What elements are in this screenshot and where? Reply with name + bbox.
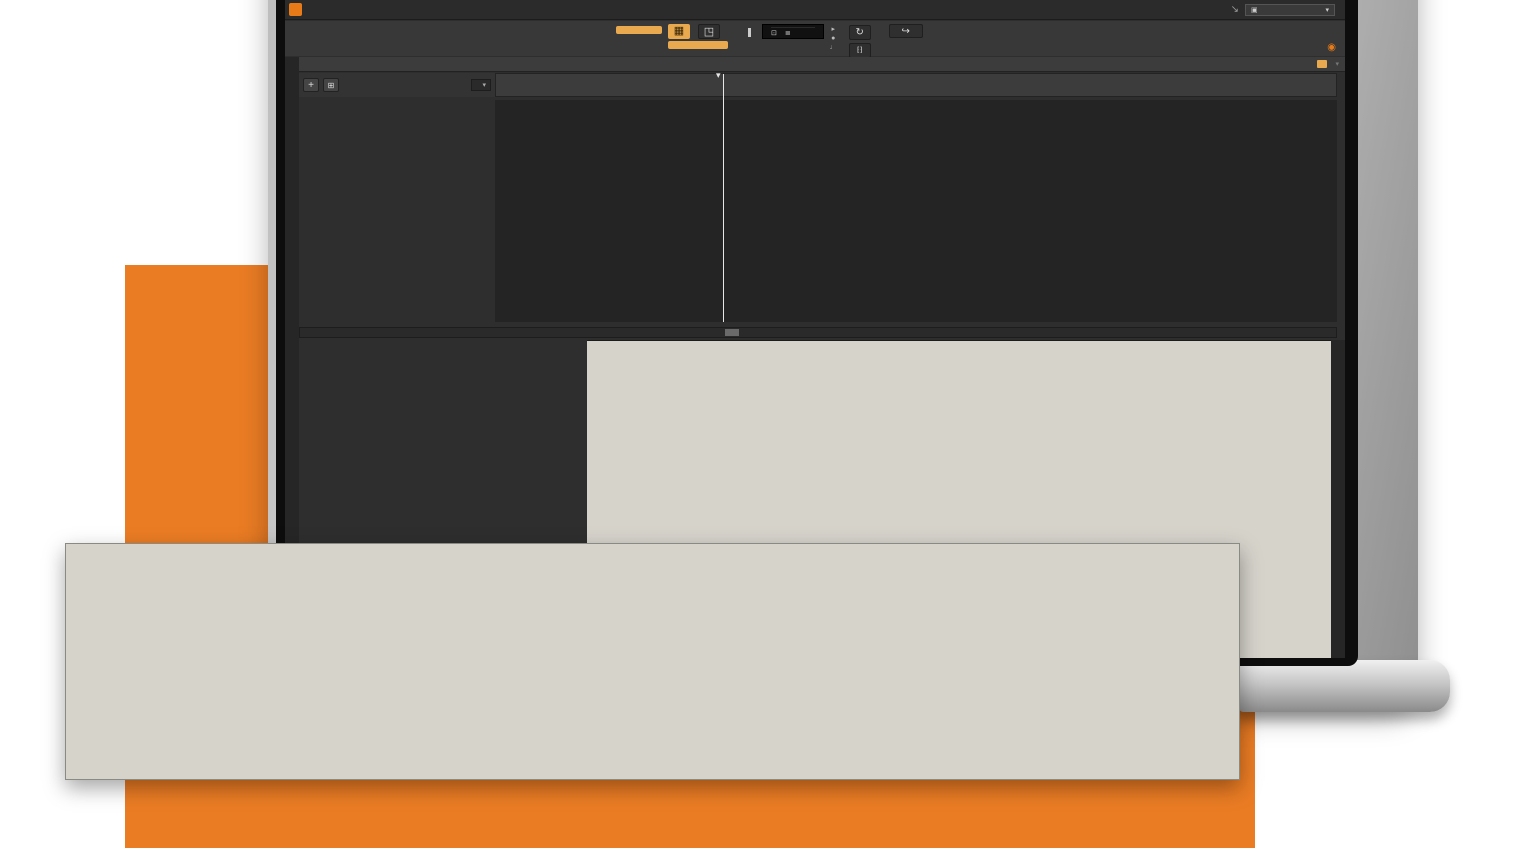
metronome-icon[interactable]: ♩	[830, 44, 837, 51]
marks-button[interactable]: ◳	[698, 24, 720, 39]
marks-icon: ◳	[698, 24, 720, 39]
punch-button[interactable]: ⁅⁆	[849, 43, 871, 58]
export-button[interactable]: ↪	[889, 24, 923, 38]
dock-undock-icon[interactable]: ↘	[1231, 4, 1239, 15]
sonar-menubar: ↘ ▣ ▾	[285, 0, 1345, 20]
chevron-down-icon: ▾	[1325, 6, 1329, 14]
meter-icon[interactable]: ≣	[785, 29, 791, 37]
workspace-select[interactable]: ▾	[471, 79, 491, 91]
snap-resolution-chip[interactable]	[668, 41, 728, 49]
loop-button[interactable]: ↻	[849, 25, 871, 40]
stage: ↘ ▣ ▾ ▦	[0, 0, 1540, 850]
snap-button[interactable]: ▦	[668, 24, 690, 39]
horizontal-scrollbar[interactable]	[299, 327, 1337, 338]
sonar-toolbar: ▦ ◳ ⊡ ≣	[285, 21, 1345, 56]
add-track-button[interactable]: +	[303, 78, 319, 92]
lens-preset-select[interactable]: ▣ ▾	[1245, 4, 1335, 16]
snap-grid-icon: ▦	[668, 24, 690, 39]
chevron-down-icon: ▾	[482, 81, 486, 89]
playhead-line[interactable]	[723, 74, 724, 322]
track-pane-header: + ⊞ ▾	[299, 73, 495, 97]
scroll-handle[interactable]	[725, 329, 739, 336]
chevron-down-icon: ▾	[1335, 60, 1339, 68]
browser-collapsed-strip[interactable]	[1331, 340, 1345, 658]
clips-pane[interactable]	[495, 100, 1337, 322]
aim-assist-icon[interactable]	[1317, 60, 1327, 68]
sonar-brand: ◉	[1327, 42, 1339, 53]
cakewalk-logo-icon	[289, 3, 302, 16]
tool-options-chip[interactable]	[616, 26, 662, 34]
playhead-flag-icon[interactable]: ▾	[716, 70, 721, 81]
melodyne-floating-window	[65, 543, 1240, 780]
trackview-menubar: ▾	[299, 57, 1345, 72]
marker-dot-icon[interactable]: ●	[830, 35, 837, 42]
timeline-ruler[interactable]	[495, 73, 1337, 97]
marker-next-icon[interactable]: ▸	[830, 25, 837, 33]
lock-icon: ▣	[1251, 6, 1258, 14]
sonar-logo-icon: ◉	[1327, 42, 1336, 53]
time-display: ⊡ ≣	[762, 24, 824, 39]
clock-icon[interactable]: ⊡	[771, 29, 777, 37]
track-manager-button[interactable]: ⊞	[323, 78, 339, 92]
laptop-base	[1238, 660, 1450, 712]
